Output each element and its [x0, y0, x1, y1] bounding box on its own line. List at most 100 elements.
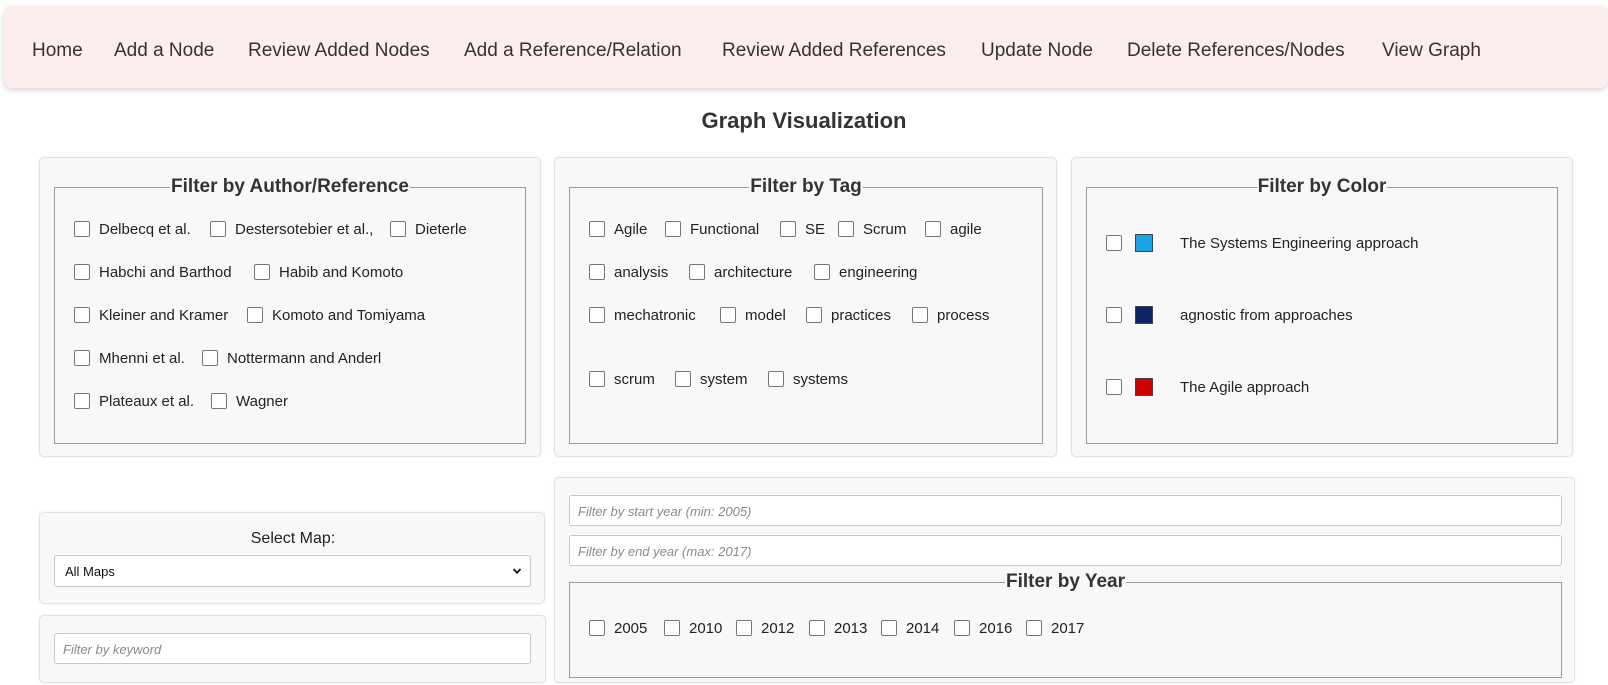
tag-label-agile: agile [950, 221, 982, 238]
tag-label-agile-cap: Agile [614, 221, 648, 238]
year-checkbox-2016[interactable] [954, 620, 970, 636]
year-label-2017: 2017 [1051, 620, 1085, 637]
tag-checkbox-agile-cap[interactable] [589, 221, 605, 237]
author-label-plateaux: Plateaux et al. [99, 393, 195, 410]
color-checkbox-agile[interactable] [1106, 379, 1122, 395]
author-checkbox-habchi[interactable] [74, 264, 90, 280]
author-label-kleiner: Kleiner and Kramer [99, 307, 229, 324]
year-label-2012: 2012 [761, 620, 795, 637]
tag-checkbox-practices[interactable] [806, 307, 822, 323]
author-label-delbecq: Delbecq et al. [99, 221, 191, 238]
tag-label-mechatronic: mechatronic [614, 307, 696, 324]
nav-review-added-references[interactable]: Review Added References [722, 40, 946, 62]
year-label-2005: 2005 [614, 620, 648, 637]
tag-label-scrum-cap: Scrum [863, 221, 907, 238]
tag-label-model: model [745, 307, 786, 324]
map-select-value: All Maps [65, 564, 115, 579]
author-checkbox-destersotebier[interactable] [210, 221, 226, 237]
author-checkbox-mhenni[interactable] [74, 350, 90, 366]
nav-add-node[interactable]: Add a Node [114, 40, 214, 62]
tag-checkbox-mechatronic[interactable] [589, 307, 605, 323]
year-checkbox-2012[interactable] [736, 620, 752, 636]
author-checkbox-habib[interactable] [254, 264, 270, 280]
year-checkbox-2010[interactable] [664, 620, 680, 636]
year-filter-panel: Filter by start year (min: 2005) Filter … [554, 477, 1575, 683]
tag-label-functional: Functional [690, 221, 760, 238]
year-filter-legend: Filter by Year [1006, 571, 1125, 592]
color-checkbox-systems-engineering[interactable] [1106, 235, 1122, 251]
color-label-agile: The Agile approach [1180, 379, 1310, 396]
tag-filter-legend: Filter by Tag [750, 176, 862, 197]
author-checkbox-delbecq[interactable] [74, 221, 90, 237]
nav-delete-references-nodes[interactable]: Delete References/Nodes [1127, 40, 1345, 62]
tag-label-analysis: analysis [614, 264, 669, 281]
chevron-down-icon [512, 568, 522, 575]
tag-label-se: SE [805, 221, 826, 238]
author-checkbox-komoto-tomiyama[interactable] [247, 307, 263, 323]
year-label-2014: 2014 [906, 620, 940, 637]
year-label-2013: 2013 [834, 620, 868, 637]
color-swatch-systems-engineering [1135, 234, 1153, 252]
year-checkbox-2005[interactable] [589, 620, 605, 636]
tag-label-process: process [937, 307, 990, 324]
tag-checkbox-functional[interactable] [665, 221, 681, 237]
nav-add-reference-relation[interactable]: Add a Reference/Relation [464, 40, 682, 62]
color-swatch-agile [1135, 378, 1153, 396]
author-checkbox-kleiner[interactable] [74, 307, 90, 323]
nav-home[interactable]: Home [32, 40, 83, 62]
year-checkbox-2017[interactable] [1026, 620, 1042, 636]
tag-checkbox-scrum[interactable] [589, 371, 605, 387]
tag-checkbox-se[interactable] [780, 221, 796, 237]
tag-checkbox-process[interactable] [912, 307, 928, 323]
tag-label-scrum: scrum [614, 371, 655, 388]
tag-checkbox-model[interactable] [720, 307, 736, 323]
page-title: Graph Visualization [701, 108, 907, 133]
tag-label-architecture: architecture [714, 264, 793, 281]
tag-checkbox-systems[interactable] [768, 371, 784, 387]
tag-label-systems: systems [793, 371, 849, 388]
author-label-komoto-tomiyama: Komoto and Tomiyama [272, 307, 426, 324]
year-label-2016: 2016 [979, 620, 1013, 637]
tag-label-practices: practices [831, 307, 892, 324]
year-checkbox-2014[interactable] [881, 620, 897, 636]
author-checkbox-dieterle[interactable] [390, 221, 406, 237]
year-label-2010: 2010 [689, 620, 723, 637]
nav-review-added-nodes[interactable]: Review Added Nodes [248, 40, 430, 62]
author-label-nottermann: Nottermann and Anderl [227, 350, 382, 367]
end-year-input[interactable]: Filter by end year (max: 2017) [569, 535, 1562, 566]
author-label-mhenni: Mhenni et al. [99, 350, 185, 367]
author-label-habib: Habib and Komoto [279, 264, 404, 281]
tag-checkbox-agile[interactable] [925, 221, 941, 237]
color-swatch-agnostic [1135, 306, 1153, 324]
year-checkbox-2013[interactable] [809, 620, 825, 636]
author-checkbox-plateaux[interactable] [74, 393, 90, 409]
map-select-panel: Select Map: All Maps [39, 512, 545, 604]
author-checkbox-nottermann[interactable] [202, 350, 218, 366]
color-checkbox-agnostic[interactable] [1106, 307, 1122, 323]
author-filter-panel: Filter by Author/Reference Delbecq et al… [39, 157, 541, 457]
color-filter-legend: Filter by Color [1257, 176, 1387, 197]
tag-checkbox-system[interactable] [675, 371, 691, 387]
nav-view-graph[interactable]: View Graph [1382, 40, 1481, 62]
tag-label-system: system [700, 371, 748, 388]
author-filter-legend: Filter by Author/Reference [171, 176, 409, 197]
map-select-label: Select Map: [250, 530, 336, 547]
keyword-filter-input[interactable]: Filter by keyword [54, 633, 531, 664]
author-checkbox-wagner[interactable] [211, 393, 227, 409]
map-select[interactable]: All Maps [54, 555, 531, 587]
tag-checkbox-analysis[interactable] [589, 264, 605, 280]
author-label-destersotebier: Destersotebier et al., [235, 221, 374, 238]
nav-update-node[interactable]: Update Node [981, 40, 1093, 62]
start-year-input[interactable]: Filter by start year (min: 2005) [569, 495, 1562, 526]
author-label-habchi: Habchi and Barthod [99, 264, 232, 281]
author-label-wagner: Wagner [236, 393, 288, 410]
tag-checkbox-scrum-cap[interactable] [838, 221, 854, 237]
tag-checkbox-engineering[interactable] [814, 264, 830, 280]
author-label-dieterle: Dieterle [415, 221, 467, 238]
color-label-systems-engineering: The Systems Engineering approach [1180, 235, 1419, 252]
color-label-agnostic: agnostic from approaches [1180, 307, 1353, 324]
color-filter-panel: Filter by Color The Systems Engineering … [1071, 157, 1573, 457]
tag-checkbox-architecture[interactable] [689, 264, 705, 280]
tag-filter-panel: Filter by Tag Agile Functional SE Scrum … [554, 157, 1057, 457]
tag-label-engineering: engineering [839, 264, 918, 281]
